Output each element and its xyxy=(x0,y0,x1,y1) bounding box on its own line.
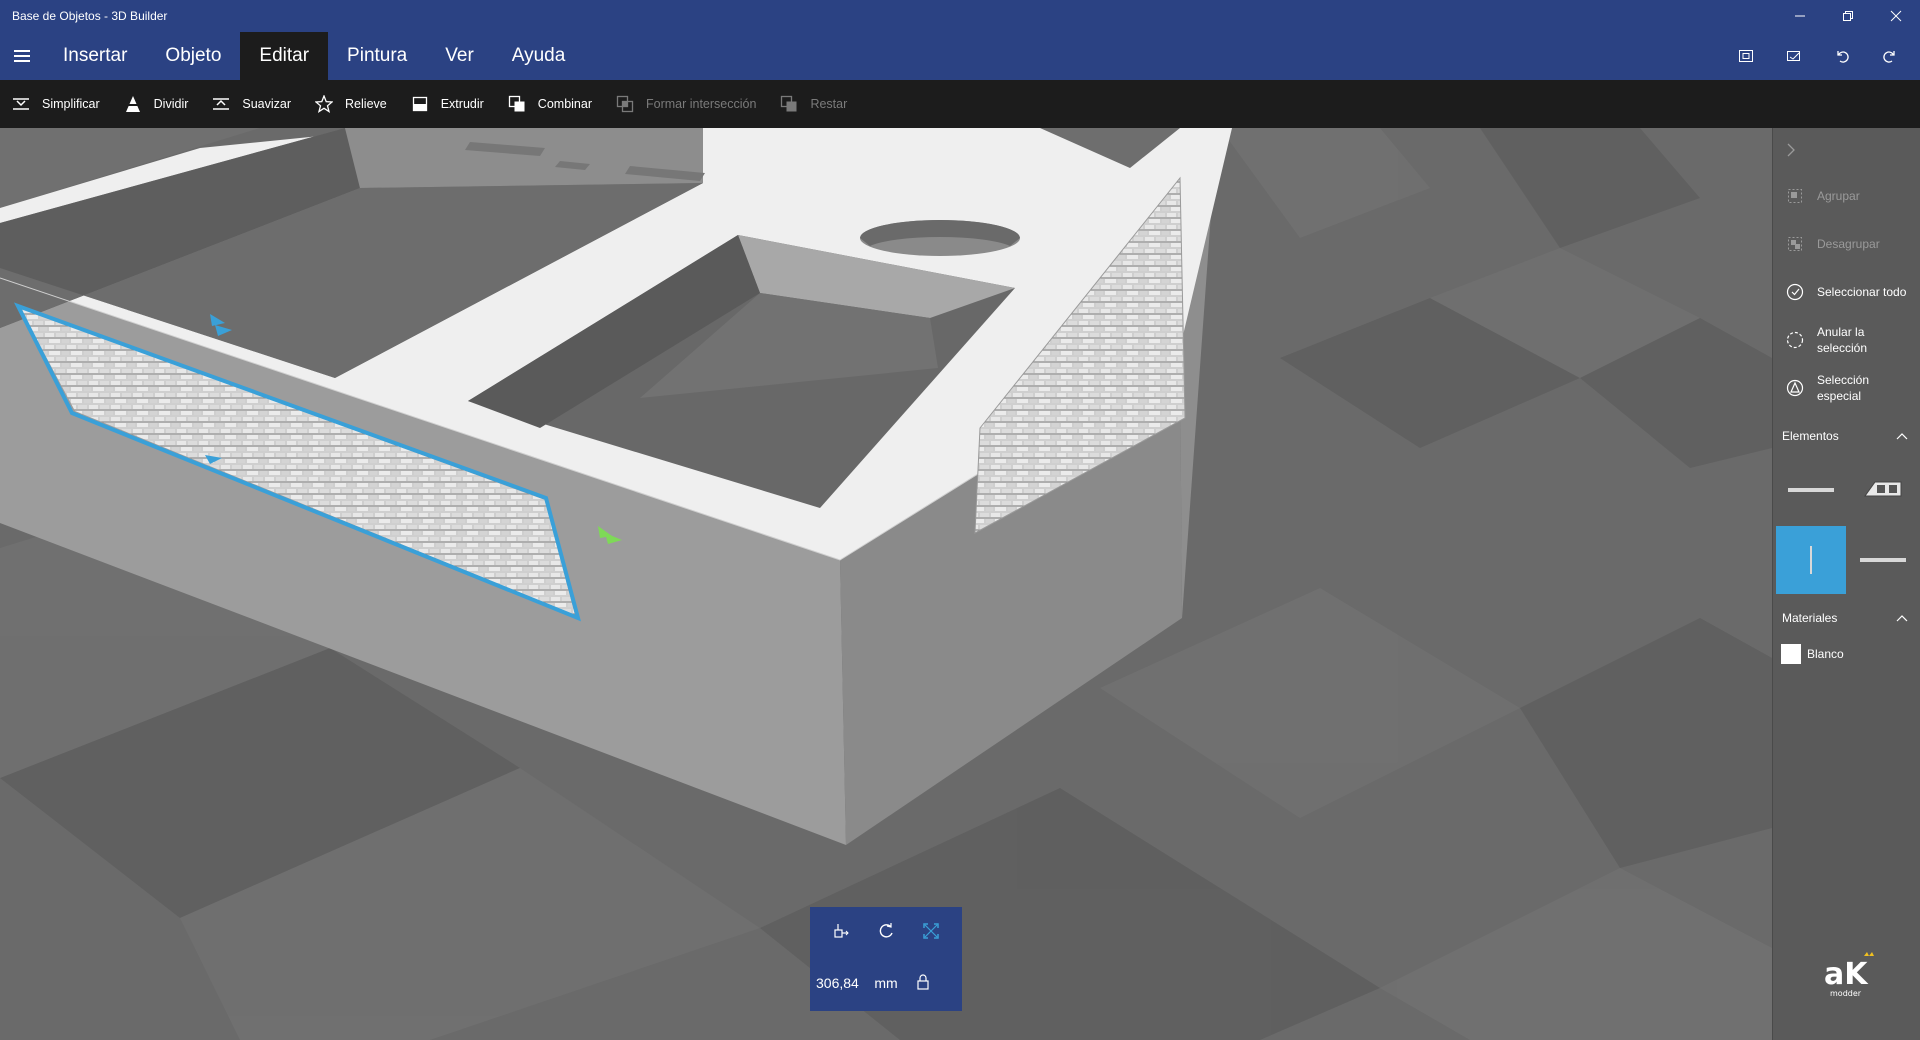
scene-canvas xyxy=(0,128,1772,1040)
window-title: Base de Objetos - 3D Builder xyxy=(12,9,168,23)
menu-bar: Insertar Objeto Editar Pintura Ver Ayuda xyxy=(0,32,1920,80)
special-select-icon xyxy=(1785,378,1805,398)
rotate-icon[interactable] xyxy=(877,922,895,945)
save-icon[interactable] xyxy=(1722,32,1770,80)
desagrupar-button[interactable]: Desagrupar xyxy=(1773,220,1920,268)
combine-icon xyxy=(508,95,526,113)
panel-collapse-icon[interactable] xyxy=(1773,128,1920,172)
lock-icon[interactable] xyxy=(916,973,930,993)
chevron-up-icon xyxy=(1896,433,1908,440)
suavizar-label: Suavizar xyxy=(242,97,292,111)
restore-icon[interactable] xyxy=(1824,0,1872,32)
star-icon xyxy=(315,95,334,113)
extrudir-label: Extrudir xyxy=(440,97,484,111)
edit-toolbar: Simplificar Dividir Suavizar Relieve Ext… xyxy=(0,80,1920,128)
intersect-icon xyxy=(616,95,634,113)
anular-seleccion-label: Anular la selección xyxy=(1817,325,1868,355)
deselect-icon xyxy=(1785,330,1805,350)
scale-icon[interactable] xyxy=(922,922,940,945)
minimize-icon[interactable] xyxy=(1776,0,1824,32)
split-icon xyxy=(124,95,142,113)
title-bar: Base de Objetos - 3D Builder xyxy=(0,0,1920,32)
element-thumbnail[interactable] xyxy=(1776,456,1846,524)
smooth-icon xyxy=(212,95,230,113)
element-thumbnail[interactable] xyxy=(1848,456,1918,524)
material-label: Blanco xyxy=(1807,647,1844,661)
dimension-value[interactable]: 306,84 xyxy=(816,975,864,991)
svg-text:modder: modder xyxy=(1830,989,1862,998)
simplify-icon xyxy=(12,95,30,113)
seleccionar-todo-label: Seleccionar todo xyxy=(1817,285,1907,299)
hamburger-menu-icon[interactable] xyxy=(0,32,44,80)
elements-list xyxy=(1774,454,1920,596)
menu-ver[interactable]: Ver xyxy=(426,32,493,80)
dimension-unit[interactable]: mm xyxy=(864,975,908,991)
element-thumbnail-selected[interactable] xyxy=(1776,526,1846,594)
formar-interseccion-button[interactable]: Formar intersección xyxy=(616,95,756,113)
dividir-label: Dividir xyxy=(153,97,189,111)
subtract-icon xyxy=(780,95,798,113)
menu-pintura[interactable]: Pintura xyxy=(328,32,426,80)
extrudir-button[interactable]: Extrudir xyxy=(411,95,484,113)
select-all-icon xyxy=(1785,282,1805,302)
materiales-title: Materiales xyxy=(1782,611,1838,625)
agrupar-button[interactable]: Agrupar xyxy=(1773,172,1920,220)
elementos-header[interactable]: Elementos xyxy=(1773,418,1920,454)
anular-seleccion-button[interactable]: Anular la selección xyxy=(1773,316,1920,364)
menu-editar[interactable]: Editar xyxy=(240,32,329,80)
close-icon[interactable] xyxy=(1872,0,1920,32)
dividir-button[interactable]: Dividir xyxy=(124,95,189,113)
formar-interseccion-label: Formar intersección xyxy=(645,97,757,111)
desagrupar-label: Desagrupar xyxy=(1817,237,1880,251)
simplificar-label: Simplificar xyxy=(42,97,100,111)
material-swatch xyxy=(1781,644,1801,664)
simplificar-button[interactable]: Simplificar xyxy=(12,95,100,113)
right-panel: Agrupar Desagrupar Seleccionar todo Anul… xyxy=(1772,128,1920,1040)
3d-viewport[interactable] xyxy=(0,128,1772,1040)
move-icon[interactable] xyxy=(832,922,850,945)
elementos-title: Elementos xyxy=(1782,429,1839,443)
extrude-icon xyxy=(411,95,429,113)
agrupar-label: Agrupar xyxy=(1817,189,1860,203)
menu-ayuda[interactable]: Ayuda xyxy=(493,32,585,80)
chevron-up-icon xyxy=(1896,615,1908,622)
ungroup-icon xyxy=(1785,234,1805,254)
watermark-logo: aK modder xyxy=(1820,950,1880,1000)
suavizar-button[interactable]: Suavizar xyxy=(212,95,291,113)
redo-icon[interactable] xyxy=(1866,32,1914,80)
print-icon[interactable] xyxy=(1770,32,1818,80)
restar-button[interactable]: Restar xyxy=(780,95,847,113)
group-icon xyxy=(1785,186,1805,206)
element-thumbnail[interactable] xyxy=(1848,526,1918,594)
material-blanco[interactable]: Blanco xyxy=(1773,636,1920,672)
seleccion-especial-label: Selección especial xyxy=(1817,373,1870,403)
transform-panel: 306,84 mm xyxy=(810,907,962,1011)
relieve-label: Relieve xyxy=(345,97,387,111)
restar-label: Restar xyxy=(810,97,848,111)
menu-objeto[interactable]: Objeto xyxy=(146,32,240,80)
svg-text:aK: aK xyxy=(1824,957,1869,992)
relieve-button[interactable]: Relieve xyxy=(315,95,387,113)
combinar-button[interactable]: Combinar xyxy=(508,95,592,113)
seleccion-especial-button[interactable]: Selección especial xyxy=(1773,364,1920,412)
materiales-header[interactable]: Materiales xyxy=(1773,600,1920,636)
undo-icon[interactable] xyxy=(1818,32,1866,80)
menu-insertar[interactable]: Insertar xyxy=(44,32,146,80)
combinar-label: Combinar xyxy=(537,97,592,111)
seleccionar-todo-button[interactable]: Seleccionar todo xyxy=(1773,268,1920,316)
